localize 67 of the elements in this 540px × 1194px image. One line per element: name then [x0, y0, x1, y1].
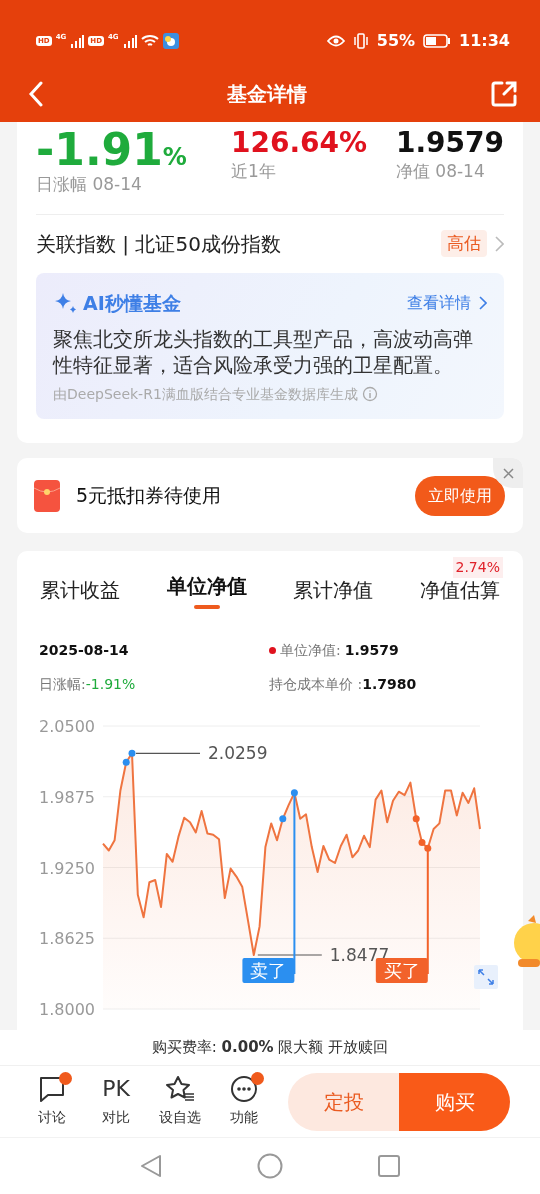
stat-label: 净值 08-14 — [395, 159, 486, 183]
leader-line — [135, 752, 201, 754]
nav-label: 单位净值: — [280, 640, 341, 660]
tooltip-date: 2025-08-14 — [39, 640, 130, 660]
recents-icon[interactable] — [378, 1155, 400, 1177]
data-point — [412, 815, 420, 823]
home-icon[interactable] — [257, 1153, 283, 1179]
ai-source-note: 由DeepSeek-R1满血版结合专业基金数据库生成 — [53, 384, 358, 404]
fee-info: 购买费率: 0.00% 限大额 开放赎回 — [0, 1030, 540, 1065]
chevron-icon[interactable] — [495, 235, 504, 252]
details-link[interactable]: 查看详情 — [407, 290, 471, 315]
trade-tag: 买了 — [375, 958, 428, 983]
more-icon — [230, 1075, 258, 1103]
axis-label: 1.9250 — [39, 858, 95, 878]
valuation-badge: 高估 — [441, 229, 487, 258]
chart-tab[interactable]: 累计收益 — [17, 571, 144, 621]
signal-icon — [122, 33, 137, 48]
signal-icon — [70, 33, 85, 48]
wifi-icon — [140, 33, 159, 48]
nav-value: 1.9579 — [344, 640, 399, 660]
stat-value: 1.9579 — [395, 128, 504, 159]
star-icon — [165, 1075, 195, 1103]
legend-dot — [269, 646, 276, 654]
stat-label: 近1年 — [230, 159, 277, 183]
axis-label: 1.8000 — [39, 1000, 95, 1019]
chat-icon — [38, 1075, 66, 1103]
ai-title: AI秒懂基金 — [83, 290, 181, 316]
value-label: 2.0259 — [208, 743, 268, 764]
battery-percent: 55% — [376, 29, 416, 52]
action-label[interactable]: 设自选 — [159, 1107, 201, 1128]
trade-tag: 卖了 — [242, 958, 295, 983]
cost-label: 持仓成本单价 : — [269, 674, 363, 694]
stat-label: 日涨幅 08-14 — [36, 173, 143, 196]
envelope-icon — [34, 479, 60, 512]
chart-tab[interactable]: 累计净值 — [270, 571, 397, 621]
expand-icon[interactable] — [474, 965, 498, 989]
change-label: 日涨幅: — [39, 674, 86, 694]
chevron-icon[interactable] — [479, 295, 487, 310]
cost-value: 1.7980 — [362, 674, 417, 694]
index-name[interactable]: 关联指数 | 北证50成份指数 — [36, 228, 281, 259]
clock-time: 11:34 — [459, 29, 510, 52]
axis-label: 1.8625 — [39, 929, 95, 949]
change-value: -1.91% — [85, 674, 136, 694]
data-point — [290, 789, 298, 797]
chart-tab[interactable]: 单位净值 — [143, 571, 270, 621]
battery-icon — [423, 33, 452, 48]
axis-label: 1.9875 — [39, 787, 95, 807]
axis-label: 2.0500 — [39, 717, 95, 736]
estimate-badge: 2.74% — [452, 557, 503, 578]
page-title: 基金详情 — [227, 80, 307, 108]
stat-value: 126.64% — [230, 128, 369, 159]
ai-summary: 聚焦北交所龙头指数的工具型产品，高波动高弹性特征显著，适合风险承受力强的卫星配置。 — [53, 327, 474, 380]
info-icon[interactable] — [361, 386, 378, 403]
action-label[interactable]: 讨论 — [38, 1107, 66, 1128]
data-point — [279, 815, 287, 823]
back-icon[interactable] — [140, 1154, 162, 1178]
leader-line — [257, 954, 323, 956]
action-label[interactable]: 功能 — [230, 1107, 258, 1128]
eye-icon — [326, 34, 345, 47]
coupon-text: 5元抵扣券待使用 — [76, 483, 222, 509]
stat-value: -1.91% — [36, 128, 188, 172]
close-icon[interactable] — [502, 467, 514, 479]
share-icon[interactable] — [490, 79, 518, 108]
action-label[interactable]: 对比 — [102, 1107, 130, 1128]
weather-icon — [162, 32, 179, 49]
compare-glyph: PK — [102, 1075, 130, 1103]
vibrate-icon — [352, 32, 369, 49]
